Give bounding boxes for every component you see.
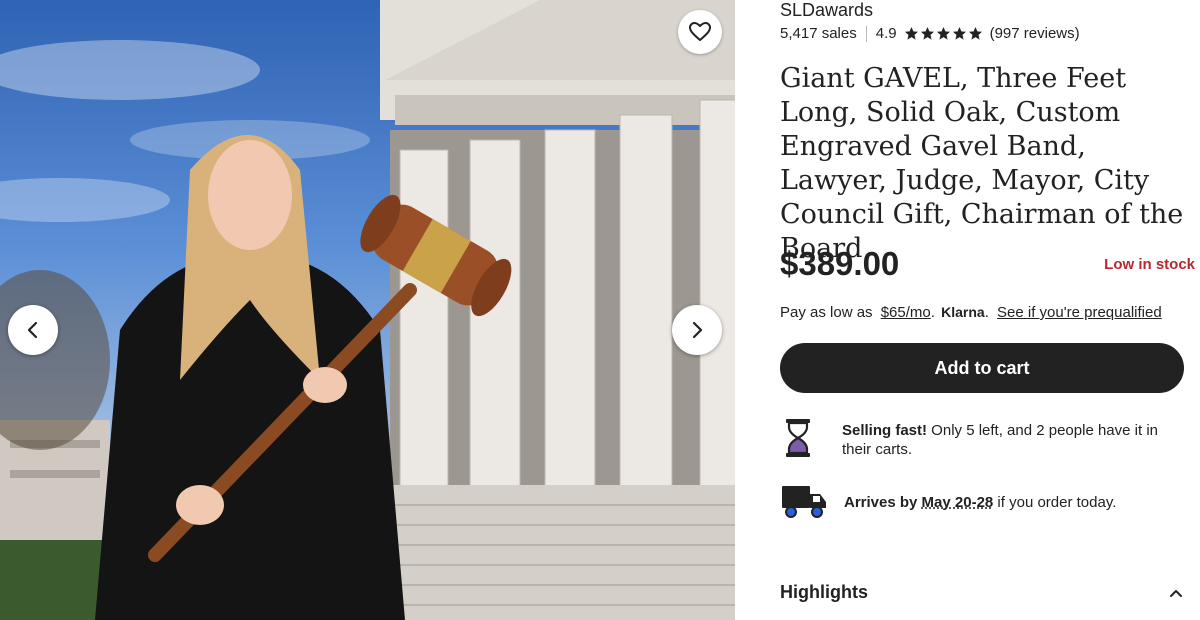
arrives-detail: if you order today. [993,493,1117,511]
selling-fast-notice: Selling fast! Only 5 left, and 2 people … [780,418,1190,459]
selling-fast-label: Selling fast! [842,422,928,439]
chevron-left-icon [27,321,38,339]
reviews-link[interactable]: (997 reviews) [990,25,1080,42]
product-photo [0,0,735,620]
star-rating [904,26,984,41]
shop-stats: 5,417 sales 4.9 (997 reviews) [780,25,1080,42]
star-icon [968,26,982,40]
heart-outline-icon [689,22,711,41]
klarna-amount-link[interactable]: $65/mo [881,304,931,321]
chevron-up-icon [1170,589,1182,597]
klarna-logo: Klarna [941,304,985,320]
chevron-right-icon [692,321,703,339]
star-icon [936,26,950,40]
divider [865,25,867,42]
delivery-estimate: Arrives by May 20-28 if you order today. [780,482,1190,522]
delivery-text: Arrives by May 20-28 if you order today. [844,494,1116,511]
sales-count: 5,417 sales [780,25,857,42]
arrives-label: Arrives by [844,493,918,511]
product-price: $389.00 [780,245,900,282]
klarna-prefix: Pay as low as [780,304,873,321]
product-title: Giant GAVEL, Three Feet Long, Solid Oak,… [780,63,1184,264]
klarna-dot: . [930,304,935,321]
rating-value: 4.9 [875,25,897,42]
star-icon [920,26,934,40]
star-icon [952,26,966,40]
klarna-financing: Pay as low as $65/mo. Klarna. See if you… [780,304,1162,321]
klarna-brand-dot: . [984,304,989,321]
favorite-button[interactable] [678,10,722,54]
shop-name-link[interactable]: SLDawards [780,0,873,21]
selling-fast-text: Selling fast! Only 5 left, and 2 people … [842,418,1187,459]
delivery-date-link[interactable]: May 20-28 [922,494,994,511]
highlights-heading: Highlights [780,582,868,602]
add-to-cart-button[interactable]: Add to cart [780,343,1184,393]
delivery-truck-icon [782,486,826,518]
star-icon [904,26,918,40]
hourglass-icon [786,419,810,457]
highlights-accordion-toggle[interactable]: Highlights [780,582,1184,603]
stock-status: Low in stock [1104,256,1195,273]
prequalify-link[interactable]: See if you're prequalified [997,304,1162,321]
previous-image-button[interactable] [8,305,58,355]
product-image[interactable] [0,0,735,620]
next-image-button[interactable] [672,305,722,355]
product-info-panel: SLDawards 5,417 sales 4.9 (997 reviews) … [780,0,1195,620]
